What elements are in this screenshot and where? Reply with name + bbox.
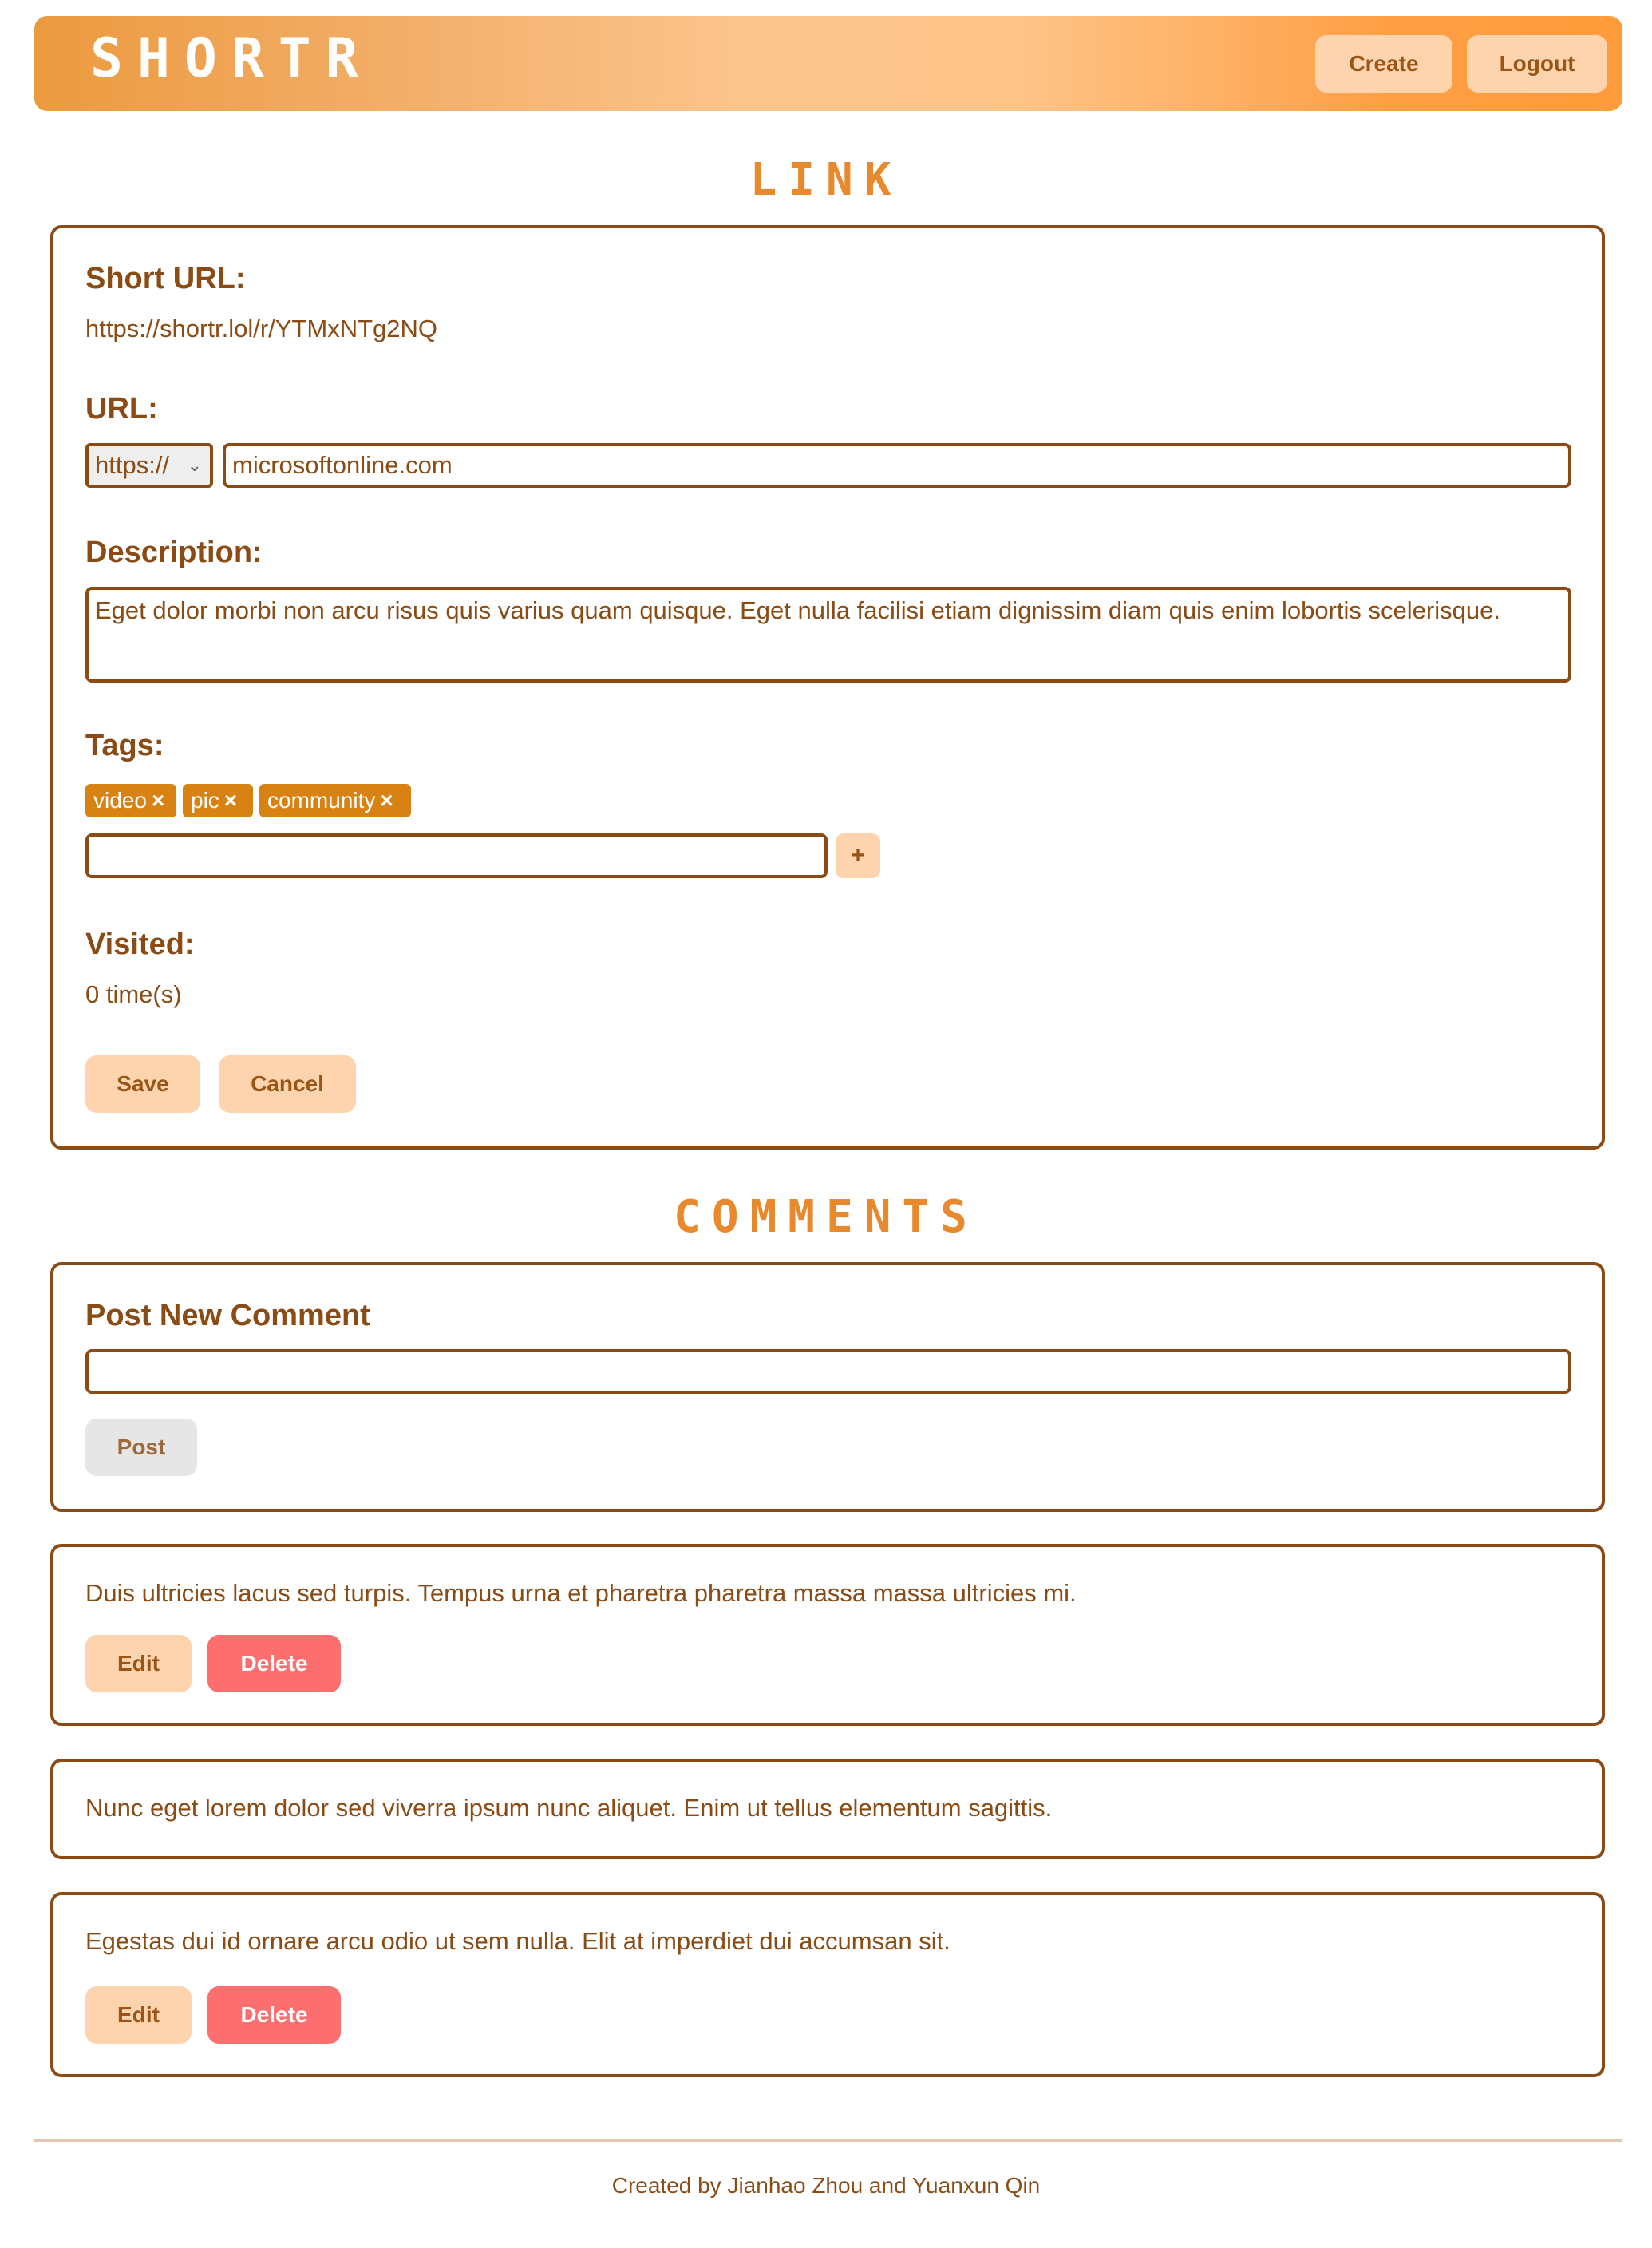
post-button[interactable]: Post — [85, 1419, 197, 1476]
protocol-select-value: https:// — [95, 451, 170, 479]
comment-text: Nunc eget lorem dolor sed viverra ipsum … — [85, 1794, 1053, 1822]
comment-card: Duis ultricies lacus sed turpis. Tempus … — [50, 1544, 1605, 1726]
chevron-down-icon: ⌄ — [187, 455, 202, 475]
tags-label: Tags: — [85, 729, 164, 762]
post-comment-heading: Post New Comment — [85, 1299, 370, 1332]
short-url-value: https://shortr.lol/r/YTMxNTg2NQ — [85, 315, 437, 342]
brand-logo[interactable]: SHORTR — [90, 32, 373, 86]
add-tag-button[interactable]: + — [836, 833, 880, 878]
comment-text: Duis ultricies lacus sed turpis. Tempus … — [85, 1579, 1077, 1607]
new-tag-input[interactable] — [85, 833, 828, 878]
edit-comment-button[interactable]: Edit — [85, 1635, 192, 1692]
close-icon[interactable]: × — [152, 788, 164, 813]
footer-divider — [34, 2139, 1622, 2142]
visited-label: Visited: — [85, 928, 195, 961]
comment-input[interactable] — [85, 1349, 1571, 1394]
app-header: SHORTR Create Logout — [34, 16, 1622, 111]
comment-card: Nunc eget lorem dolor sed viverra ipsum … — [50, 1759, 1605, 1859]
cancel-button[interactable]: Cancel — [219, 1055, 356, 1113]
create-button[interactable]: Create — [1315, 35, 1452, 93]
comment-card: Egestas dui id ornare arcu odio ut sem n… — [50, 1892, 1605, 2077]
tag-label: pic — [191, 788, 219, 813]
tag-label: community — [267, 788, 376, 813]
link-section-title: LINK — [749, 154, 903, 206]
close-icon[interactable]: × — [380, 788, 393, 813]
visited-count: 0 time(s) — [85, 980, 182, 1008]
post-comment-card: Post New Comment Post — [50, 1262, 1605, 1512]
footer-credit: Created by Jianhao Zhou and Yuanxun Qin — [611, 2173, 1041, 2198]
description-textarea[interactable]: Eget dolor morbi non arcu risus quis var… — [85, 587, 1571, 683]
url-label: URL: — [85, 392, 158, 425]
delete-comment-button[interactable]: Delete — [207, 1986, 341, 2044]
close-icon[interactable]: × — [224, 788, 237, 813]
delete-comment-button[interactable]: Delete — [207, 1635, 341, 1692]
tag-chip: community × — [259, 784, 411, 817]
edit-comment-button[interactable]: Edit — [85, 1986, 192, 2044]
description-label: Description: — [85, 536, 263, 569]
tag-chip: video × — [85, 784, 176, 817]
save-button[interactable]: Save — [85, 1055, 200, 1113]
short-url-label: Short URL: — [85, 262, 246, 295]
comments-section-title: COMMENTS — [674, 1191, 978, 1243]
url-input[interactable] — [223, 443, 1571, 488]
logout-button[interactable]: Logout — [1467, 35, 1607, 93]
comment-text: Egestas dui id ornare arcu odio ut sem n… — [85, 1927, 950, 1955]
tag-label: video — [93, 788, 147, 813]
protocol-select[interactable]: https:// ⌄ — [85, 443, 213, 488]
tag-chip: pic × — [183, 784, 253, 817]
link-card: Short URL: https://shortr.lol/r/YTMxNTg2… — [50, 225, 1605, 1150]
plus-icon: + — [851, 842, 865, 869]
